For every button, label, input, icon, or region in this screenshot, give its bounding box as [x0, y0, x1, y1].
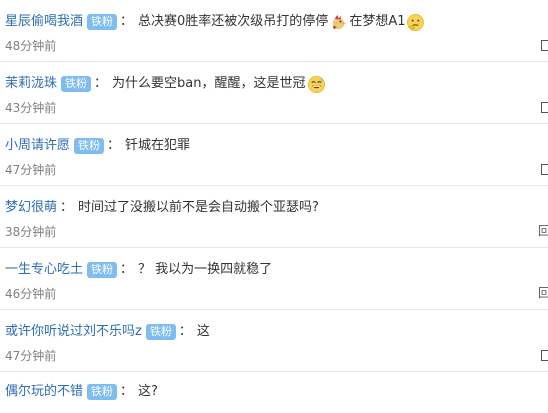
colon: ：: [120, 14, 134, 29]
chicken-emoji-icon: [333, 14, 347, 29]
comment-item: 或许你听说过刘不乐吗z 铁粉 ： 这 47分钟前: [0, 310, 548, 372]
comment-line: 偶尔玩的不错 铁粉 ： 这?: [5, 380, 158, 404]
comment-item: 茉莉泷珠 铁粉 ： 为什么要空ban，醒醒，这是世冠 43分钟前: [0, 62, 548, 124]
comment-text: 钎城在犯罪: [125, 138, 191, 153]
fan-badge: 铁粉: [61, 76, 92, 92]
comment-line: 茉莉泷珠 铁粉 ： 为什么要空ban，醒醒，这是世冠: [5, 72, 327, 96]
comment-text: ？ 我以为一换四就稳了: [138, 262, 273, 277]
comment-line: 梦幻很萌 ： 时间过了没搬以前不是会自动搬个亚瑟吗?: [5, 196, 319, 220]
comment-text: 时间过了没搬以前不是会自动搬个亚瑟吗?: [78, 200, 319, 215]
colon: ：: [107, 138, 121, 153]
comment-item: 星辰偷喝我酒 铁粉 ： 总决赛0胜率还被次级吊打的停停 在梦想A1 48分钟前: [0, 0, 548, 62]
fan-badge: 铁粉: [87, 384, 118, 400]
reply-button[interactable]: [541, 102, 548, 113]
comment-time: 38分钟前: [5, 225, 57, 239]
grinning-sweat-emoji-icon: [307, 75, 325, 93]
thinking-face-emoji-icon: [407, 13, 425, 31]
comment-text-middle: 在梦想A1: [349, 14, 406, 29]
reply-button[interactable]: [541, 164, 548, 175]
comment-item: 一生专心吃土 铁粉 ： ？ 我以为一换四就稳了 46分钟前 回: [0, 248, 548, 310]
comment-time: 43分钟前: [5, 101, 57, 115]
comment-item: 小周请许愿 铁粉 ： 钎城在犯罪 47分钟前: [0, 124, 548, 186]
colon: ：: [178, 324, 192, 339]
reply-button[interactable]: 回: [538, 285, 548, 301]
comment-text: 总决赛0胜率还被次级吊打的停停: [138, 14, 329, 29]
reply-button[interactable]: [541, 350, 548, 361]
username-link[interactable]: 星辰偷喝我酒: [5, 12, 83, 32]
fan-badge: 铁粉: [87, 14, 118, 30]
comment-text: 这?: [138, 384, 158, 399]
comment-line: 星辰偷喝我酒 铁粉 ： 总决赛0胜率还被次级吊打的停停 在梦想A1: [5, 10, 426, 34]
colon: ：: [120, 262, 134, 277]
reply-button[interactable]: 回: [538, 223, 548, 239]
comment-time: 47分钟前: [5, 349, 57, 363]
reply-button[interactable]: [541, 40, 548, 51]
comment-time: 46分钟前: [5, 287, 57, 301]
comment-time: 48分钟前: [5, 39, 57, 53]
username-link[interactable]: 梦幻很萌: [5, 198, 57, 218]
comment-item: 梦幻很萌 ： 时间过了没搬以前不是会自动搬个亚瑟吗? 38分钟前 回: [0, 186, 548, 248]
comment-time: 47分钟前: [5, 163, 57, 177]
comment-line: 小周请许愿 铁粉 ： 钎城在犯罪: [5, 134, 190, 158]
username-link[interactable]: 偶尔玩的不错: [5, 382, 83, 402]
username-link[interactable]: 小周请许愿: [5, 136, 70, 156]
fan-badge: 铁粉: [74, 138, 105, 154]
colon: ：: [60, 200, 74, 215]
comment-item: 偶尔玩的不错 铁粉 ： 这?: [0, 372, 548, 413]
username-link[interactable]: 茉莉泷珠: [5, 74, 57, 94]
username-link[interactable]: 或许你听说过刘不乐吗z: [5, 322, 142, 342]
username-link[interactable]: 一生专心吃土: [5, 260, 83, 280]
comment-line: 或许你听说过刘不乐吗z 铁粉 ： 这: [5, 320, 210, 344]
fan-badge: 铁粉: [87, 262, 118, 278]
colon: ：: [120, 384, 134, 399]
colon: ：: [94, 76, 108, 91]
comment-text: 这: [196, 324, 210, 339]
comment-list: 星辰偷喝我酒 铁粉 ： 总决赛0胜率还被次级吊打的停停 在梦想A1 48分钟前: [0, 0, 548, 413]
fan-badge: 铁粉: [145, 324, 176, 340]
comment-line: 一生专心吃土 铁粉 ： ？ 我以为一换四就稳了: [5, 258, 272, 282]
comment-text: 为什么要空ban，醒醒，这是世冠: [112, 76, 306, 91]
